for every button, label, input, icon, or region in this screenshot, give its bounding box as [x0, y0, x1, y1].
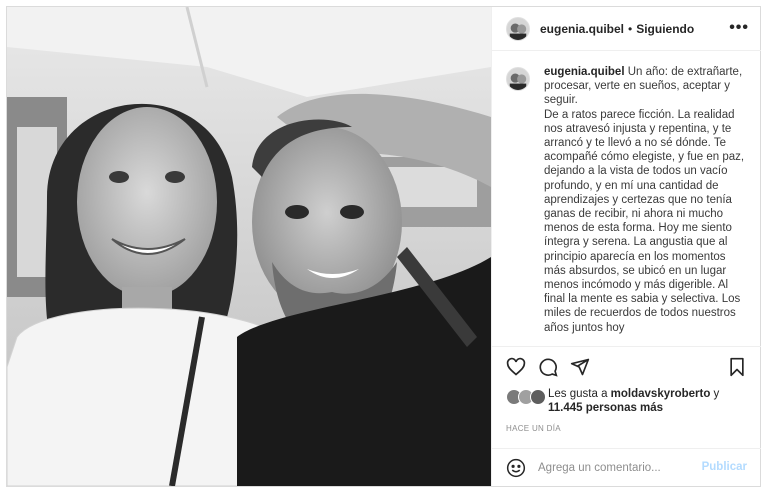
action-bar: [492, 346, 761, 386]
publish-button[interactable]: Publicar: [702, 461, 747, 473]
comment-icon[interactable]: [538, 357, 558, 377]
post-panel: eugenia.quibel • Siguiendo ••• eugenia.q…: [491, 7, 761, 486]
caption-text: eugenia.quibel Un año: de extrañarte, pr…: [544, 65, 749, 346]
separator-dot: •: [628, 21, 633, 36]
comment-input[interactable]: [538, 461, 698, 474]
author-avatar[interactable]: [506, 16, 530, 41]
likes-prefix: Les gusta a: [548, 388, 611, 400]
post-timestamp[interactable]: Hace un día: [506, 424, 561, 433]
caption-author-avatar[interactable]: [506, 67, 530, 91]
send-icon[interactable]: [570, 357, 590, 377]
post-header: eugenia.quibel • Siguiendo •••: [492, 7, 761, 51]
post-photo-image: [7, 7, 491, 486]
caption-area: eugenia.quibel Un año: de extrañarte, pr…: [492, 51, 761, 346]
smiley-icon[interactable]: [506, 458, 526, 478]
bookmark-icon[interactable]: [727, 357, 747, 377]
liker-avatars[interactable]: [506, 389, 548, 405]
liker-avatar: [530, 389, 546, 405]
liker-username[interactable]: moldavskyroberto: [611, 388, 711, 400]
follow-status[interactable]: Siguiendo: [636, 22, 694, 36]
post-modal: eugenia.quibel • Siguiendo ••• eugenia.q…: [6, 6, 761, 487]
likes-conjunction: y: [710, 388, 720, 400]
post-photo[interactable]: [7, 7, 491, 486]
caption-author[interactable]: eugenia.quibel: [544, 66, 625, 78]
heart-icon[interactable]: [506, 357, 526, 377]
more-horizontal-icon[interactable]: •••: [729, 20, 749, 36]
caption-body: Un año: de extrañarte, procesar, verte e…: [544, 66, 745, 334]
likes-count[interactable]: 11.445 personas más: [548, 402, 663, 414]
likes-summary: Les gusta a moldavskyroberto y 11.445 pe…: [506, 387, 756, 419]
comment-box: Publicar: [492, 448, 761, 486]
author-username[interactable]: eugenia.quibel: [540, 22, 624, 36]
likes-text: Les gusta a moldavskyroberto y 11.445 pe…: [548, 387, 756, 415]
